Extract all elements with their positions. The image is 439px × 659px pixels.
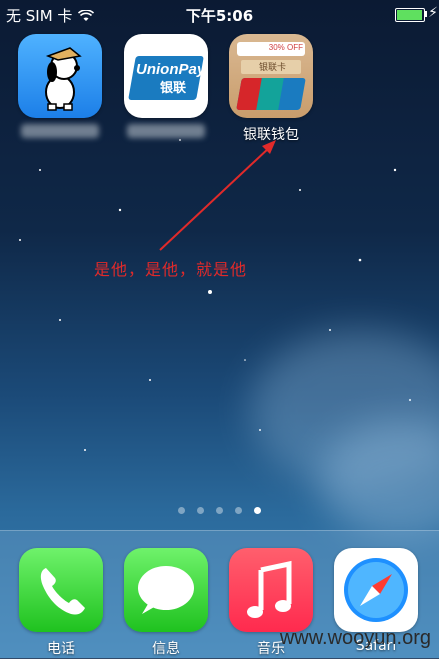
dock-label-messages: 信息 [152, 641, 180, 657]
dock-phone[interactable]: 电话 [18, 548, 104, 658]
unionpay-icon: UnionPay 银联 [124, 34, 208, 118]
watermark: www.wooyun.org [279, 627, 431, 649]
annotation-text: 是他，是他，就是他 [94, 260, 248, 279]
phone-icon [19, 548, 103, 632]
messages-icon [124, 548, 208, 632]
svg-text:UnionPay: UnionPay [136, 61, 206, 78]
page-dot [178, 507, 185, 514]
app-icon-unionpay-wallet[interactable]: 30% OFF 银联卡 银联钱包 [228, 34, 314, 144]
page-dot-active [254, 507, 261, 514]
dock-messages[interactable]: 信息 [123, 548, 209, 658]
battery-icon [395, 8, 425, 22]
music-icon [229, 548, 313, 632]
app-icon-1[interactable] [17, 34, 103, 138]
app-icon-2[interactable]: UnionPay 银联 [123, 34, 209, 138]
discount-badge: 30% OFF [268, 43, 303, 52]
svg-text:银联: 银联 [160, 80, 186, 96]
card-label: 银联卡 [259, 63, 287, 73]
dog-app-icon [18, 34, 102, 118]
safari-compass-icon [334, 548, 418, 632]
page-dot [197, 507, 204, 514]
page-dot [216, 507, 223, 514]
page-dot [235, 507, 242, 514]
clock: 下午5:06 [185, 7, 254, 25]
app-label: 银联钱包 [243, 127, 299, 143]
charging-icon: ⚡ [428, 5, 438, 21]
page-indicator[interactable] [0, 507, 439, 514]
app-label-blurred [21, 124, 99, 138]
status-bar: 无 SIM 卡 下午5:06 ⚡ [0, 0, 439, 28]
app-label-blurred [127, 124, 205, 138]
wallet-icon: 30% OFF 银联卡 [229, 34, 313, 118]
dock-label-phone: 电话 [47, 641, 75, 657]
